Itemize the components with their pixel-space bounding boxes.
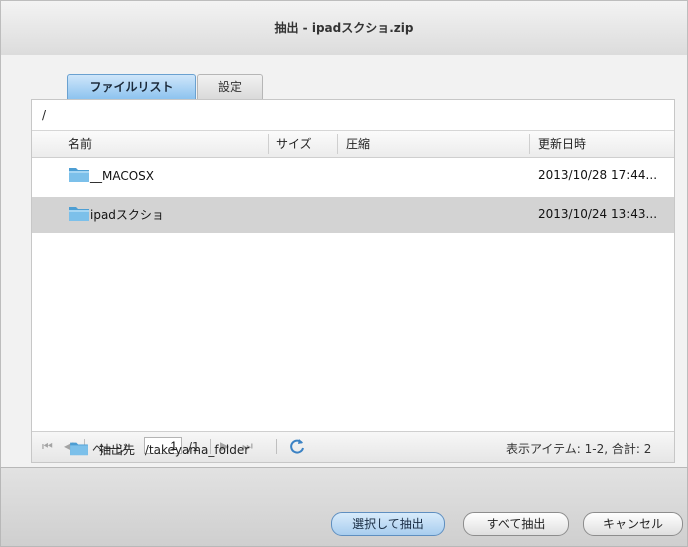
items-info: 表示アイテム: 1-2, 合計: 2 bbox=[506, 442, 652, 456]
extract-all-button[interactable]: すべて抽出 bbox=[463, 512, 569, 536]
column-header-name[interactable]: 名前 bbox=[68, 131, 92, 157]
tab-file-list[interactable]: ファイルリスト bbox=[67, 74, 196, 99]
window-title: 抽出 - ipadスクショ.zip bbox=[274, 21, 414, 35]
extract-dialog: ファイルリスト 設定 / 名前 サイズ 圧縮 更新日時 __MACOSX 201… bbox=[0, 55, 688, 467]
button-bar: 選択して抽出 すべて抽出 キャンセル bbox=[0, 467, 688, 547]
table-row[interactable]: ipadスクショ 2013/10/24 13:43... bbox=[32, 197, 674, 233]
cancel-button[interactable]: キャンセル bbox=[583, 512, 683, 536]
folder-icon bbox=[69, 168, 89, 182]
first-page-icon[interactable]: ⏮ bbox=[42, 439, 53, 454]
row-name: ipadスクショ bbox=[90, 208, 164, 222]
destination-path: /takeyama_folder bbox=[144, 443, 250, 457]
table-row[interactable]: __MACOSX 2013/10/28 17:44... bbox=[32, 158, 674, 194]
row-modified: 2013/10/24 13:43... bbox=[538, 207, 658, 221]
destination-label: 抽出先 /takeyama_folder bbox=[99, 441, 249, 458]
column-header-size[interactable]: サイズ bbox=[276, 131, 312, 157]
column-header-modified[interactable]: 更新日時 bbox=[538, 131, 586, 157]
file-list-panel: / 名前 サイズ 圧縮 更新日時 __MACOSX 2013/10/28 17:… bbox=[31, 99, 675, 463]
folder-icon bbox=[70, 442, 88, 456]
divider bbox=[276, 439, 277, 454]
destination-caption: 抽出先 bbox=[99, 443, 136, 457]
column-header: 名前 サイズ 圧縮 更新日時 bbox=[32, 131, 674, 158]
tab-settings[interactable]: 設定 bbox=[197, 74, 263, 99]
row-name: __MACOSX bbox=[90, 169, 155, 183]
row-modified: 2013/10/28 17:44... bbox=[538, 168, 658, 182]
path-bar: / bbox=[32, 100, 674, 131]
folder-icon bbox=[69, 207, 89, 221]
title-bar: 抽出 - ipadスクショ.zip bbox=[0, 0, 688, 56]
column-header-compression[interactable]: 圧縮 bbox=[346, 131, 370, 157]
column-divider[interactable] bbox=[337, 134, 338, 154]
current-path: / bbox=[42, 108, 47, 122]
column-divider[interactable] bbox=[268, 134, 269, 154]
column-divider[interactable] bbox=[529, 134, 530, 154]
extract-selected-button[interactable]: 選択して抽出 bbox=[331, 512, 445, 536]
refresh-icon[interactable] bbox=[288, 437, 306, 455]
